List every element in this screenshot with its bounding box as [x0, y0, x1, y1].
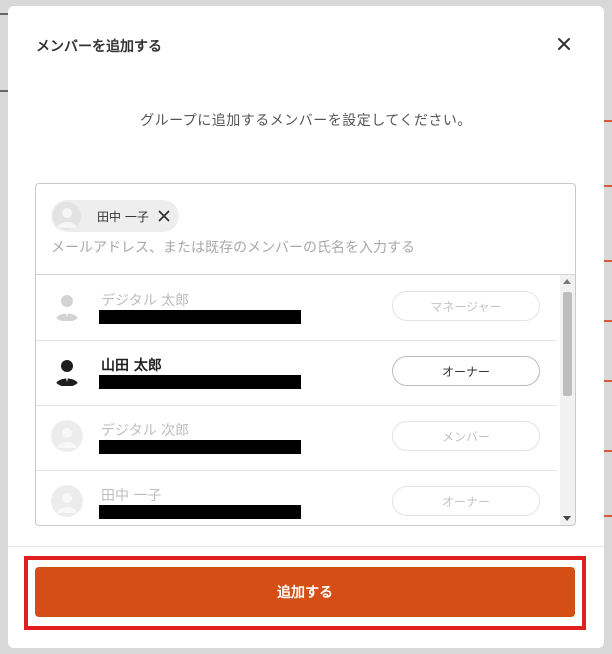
member-row: 田中 一子 オーナー	[36, 470, 557, 525]
role-button[interactable]: オーナー	[392, 486, 540, 516]
member-email-redacted	[99, 440, 301, 454]
member-row: デジタル 太郎 マネージャー	[36, 275, 557, 341]
chip-name: 田中 一子	[97, 209, 149, 224]
dialog-header: メンバーを追加する	[8, 6, 604, 86]
member-email-redacted	[99, 375, 301, 389]
user-placeholder-icon	[51, 485, 83, 517]
dialog-title: メンバーを追加する	[36, 39, 162, 55]
background-accent	[604, 450, 612, 462]
member-row[interactable]: 山田 太郎 オーナー	[36, 340, 557, 406]
scroll-down-icon[interactable]	[563, 516, 571, 521]
member-row: デジタル 次郎 メンバー	[36, 405, 557, 471]
member-name: 田中 一子	[101, 488, 162, 504]
member-email-redacted	[99, 310, 301, 324]
add-member-submit-button[interactable]: 追加する	[35, 567, 575, 617]
background-accent	[604, 120, 612, 132]
user-placeholder-icon	[51, 420, 83, 452]
close-icon	[558, 38, 570, 50]
footer-divider	[8, 546, 604, 547]
close-button[interactable]	[554, 34, 574, 54]
role-button[interactable]: マネージャー	[392, 291, 540, 321]
background-divider	[0, 13, 8, 15]
member-email-redacted	[99, 505, 301, 519]
background-accent	[604, 320, 612, 332]
user-suit-icon	[51, 355, 83, 387]
add-member-dialog: メンバーを追加する グループに追加するメンバーを設定してください。 田中 一子	[8, 6, 604, 648]
selected-member-chip: 田中 一子	[51, 200, 179, 232]
background-divider	[0, 90, 8, 92]
member-name: デジタル 次郎	[101, 423, 190, 439]
member-search-input[interactable]	[51, 240, 531, 256]
member-list: デジタル 太郎 マネージャー 山田 太郎 オーナー デジタル 次郎 メンバー 田…	[36, 275, 575, 525]
background-accent	[604, 515, 612, 527]
role-button[interactable]: メンバー	[392, 421, 540, 451]
member-name: デジタル 太郎	[101, 293, 190, 309]
member-list-scrollbar[interactable]	[560, 275, 575, 525]
role-button[interactable]: オーナー	[392, 356, 540, 386]
user-suit-icon	[51, 290, 83, 322]
close-icon	[158, 210, 170, 222]
scrollbar-thumb[interactable]	[563, 292, 572, 396]
background-accent	[604, 380, 612, 392]
member-name: 山田 太郎	[101, 358, 162, 374]
member-picker: 田中 一子 デジタル 太郎	[35, 183, 576, 526]
selected-members-area[interactable]: 田中 一子	[36, 184, 575, 275]
dialog-description: グループに追加するメンバーを設定してください。	[140, 113, 472, 129]
background-accent	[604, 260, 612, 272]
scroll-up-icon[interactable]	[563, 279, 571, 284]
user-placeholder-icon	[53, 202, 81, 230]
remove-chip-button[interactable]	[157, 209, 171, 223]
background-accent	[604, 185, 612, 197]
